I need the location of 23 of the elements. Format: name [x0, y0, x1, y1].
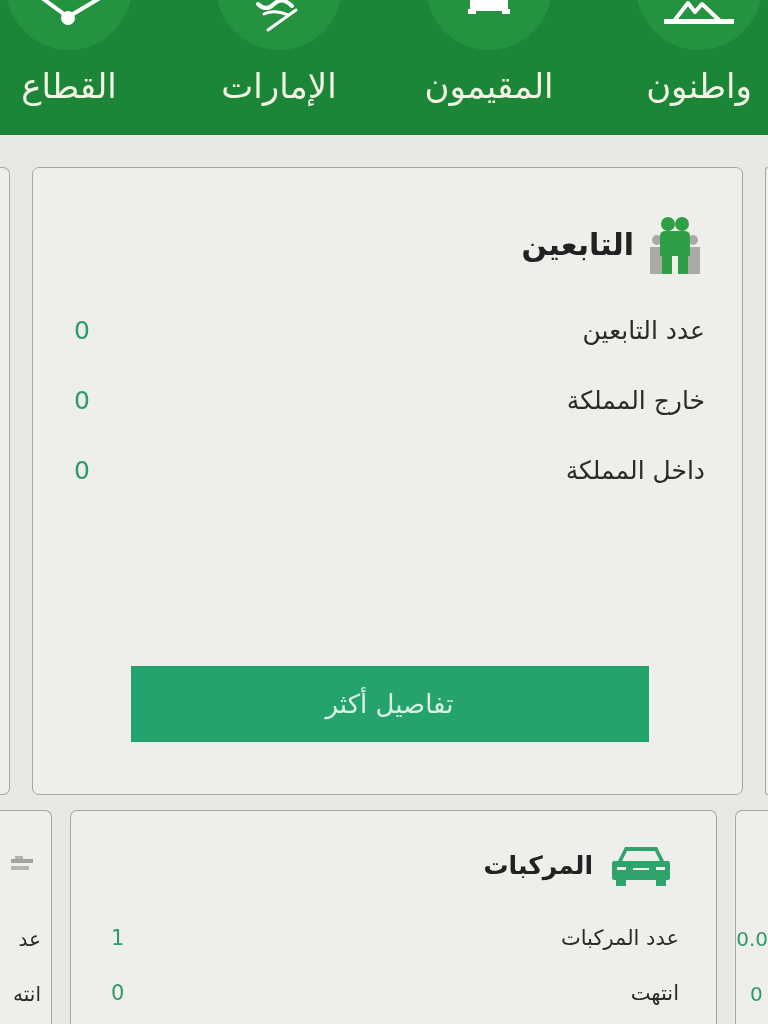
nav-link[interactable]: المقيمون [424, 0, 554, 135]
stat-value: 0 [74, 385, 90, 418]
stat-value: 0 [111, 979, 125, 1007]
stat-label: عدد التابعين [582, 315, 705, 348]
card-title: المركبات [483, 851, 593, 881]
stat-label: عد [18, 925, 41, 953]
stat-label: داخل المملكة [565, 455, 705, 488]
stat-value: 0 [74, 455, 90, 488]
card-title: التابعين [521, 227, 634, 263]
car-icon [611, 846, 671, 886]
stat-label: انته [13, 980, 41, 1008]
details-button[interactable]: تفاصيل أكثر [130, 666, 649, 742]
nav-link[interactable]: القطاع [4, 0, 134, 135]
stat-value: 1 [111, 924, 125, 952]
stat-label: عدد المركبات [560, 924, 679, 952]
people-icon [650, 216, 700, 274]
stat-value: 0.0 [736, 925, 768, 953]
stat-value: 0 [750, 980, 763, 1008]
stat-value: 0 [74, 315, 90, 348]
stat-label: خارج المملكة [566, 385, 705, 418]
nav-link[interactable]: واطنون [634, 0, 764, 135]
nav-link[interactable]: الإمارات [214, 0, 344, 135]
stat-label: انتهت [630, 979, 679, 1007]
